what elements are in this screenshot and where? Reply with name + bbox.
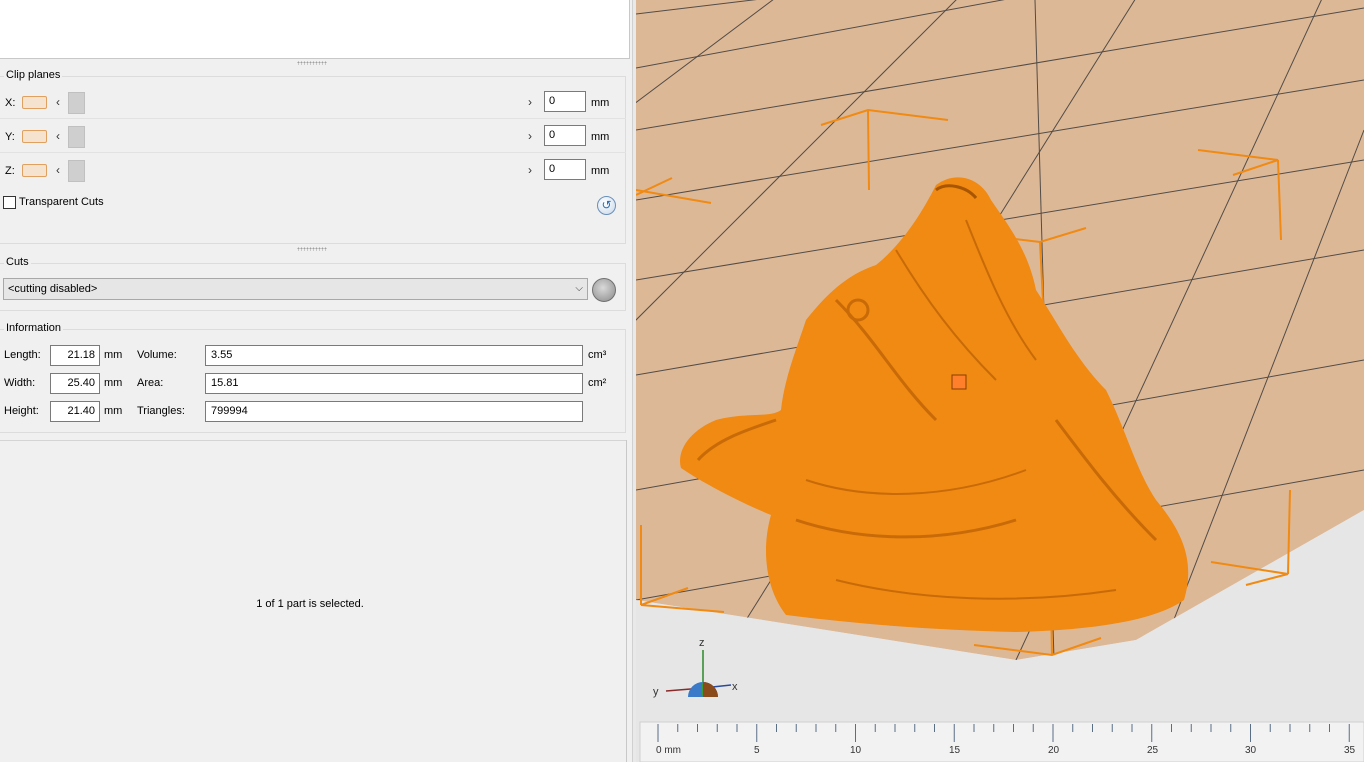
clip-x-unit: mm [591,97,610,109]
reset-clip-planes-icon[interactable]: ↺ [597,196,616,215]
ruler-label-25: 25 [1147,745,1159,756]
ruler-label-30: 30 [1245,745,1257,756]
triangles-label: Triangles: [137,405,185,417]
clip-z-input[interactable]: 0 [544,159,586,180]
top-blank-area [0,0,630,59]
volume-unit: cm³ [588,349,607,361]
information-title: Information [4,322,64,334]
ruler: 0 mm 5 10 15 20 25 30 35 [639,721,1364,762]
triangles-value: 799994 [205,401,583,422]
height-unit: mm [104,405,123,417]
volume-label: Volume: [137,349,177,361]
properties-panel: Clip planes X: ‹ › 0 mm Y: ‹ › 0 mm Z: ‹ [0,0,632,762]
clip-y-unit: mm [591,131,610,143]
clip-y-decrease-arrow[interactable]: ‹ [56,129,60,143]
cuts-selected-value: <cutting disabled> [8,283,98,295]
chevron-down-icon: ⌵ [575,283,583,294]
3d-viewport[interactable]: z y x 0 mm 5 10 15 20 25 30 35 [636,0,1364,762]
cuts-title: Cuts [4,256,31,268]
clip-z-slider-handle[interactable] [68,160,85,182]
clip-planes-group: Clip planes X: ‹ › 0 mm Y: ‹ › 0 mm Z: ‹ [0,69,626,244]
cut-tool-icon[interactable] [592,278,616,302]
clip-row-x: X: ‹ › 0 mm [0,89,626,119]
clip-z-increase-arrow[interactable]: › [528,163,532,177]
length-value: 21.18 [50,345,100,366]
ruler-label-0: 0 mm [656,745,681,756]
clip-y-label: Y: [5,131,15,143]
clip-y-input[interactable]: 0 [544,125,586,146]
clip-x-decrease-arrow[interactable]: ‹ [56,95,60,109]
volume-value: 3.55 [205,345,583,366]
area-unit: cm² [588,377,607,389]
transparent-cuts-checkbox[interactable] [3,196,16,209]
height-value: 21.40 [50,401,100,422]
clip-y-increase-arrow[interactable]: › [528,129,532,143]
length-unit: mm [104,349,123,361]
clip-row-z: Z: ‹ › 0 mm [0,157,626,187]
clip-x-input[interactable]: 0 [544,91,586,112]
cuts-select[interactable]: <cutting disabled> ⌵ [3,278,588,300]
transparent-cuts-label[interactable]: Transparent Cuts [19,196,104,208]
clip-y-slider-handle[interactable] [68,126,85,148]
viewport-canvas[interactable]: z y x 0 mm 5 10 15 20 25 30 35 [636,0,1364,762]
area-label: Area: [137,377,164,389]
clip-y-color-toggle[interactable] [22,130,47,143]
ruler-label-20: 20 [1048,745,1060,756]
resize-grip-middle[interactable] [297,247,327,251]
axis-x-label: x [732,681,738,693]
height-label: Height: [4,405,39,417]
selection-handle[interactable] [951,374,967,390]
clip-z-unit: mm [591,165,610,177]
clip-z-color-toggle[interactable] [22,164,47,177]
selection-status-text: 1 of 1 part is selected. [256,598,364,610]
axis-z-label: z [699,637,705,649]
length-label: Length: [4,349,41,361]
resize-grip-top[interactable] [297,61,327,65]
width-unit: mm [104,377,123,389]
area-value: 15.81 [205,373,583,394]
clip-row-y: Y: ‹ › 0 mm [0,123,626,153]
axis-y-label: y [653,686,659,698]
clip-z-decrease-arrow[interactable]: ‹ [56,163,60,177]
clip-x-color-toggle[interactable] [22,96,47,109]
clip-planes-title: Clip planes [4,69,63,81]
ruler-label-35: 35 [1344,745,1356,756]
ruler-label-15: 15 [949,745,961,756]
width-label: Width: [4,377,36,389]
clip-x-label: X: [5,97,16,109]
clip-x-increase-arrow[interactable]: › [528,95,532,109]
clip-z-label: Z: [5,165,15,177]
ruler-label-5: 5 [754,745,760,756]
clip-x-slider-handle[interactable] [68,92,85,114]
width-value: 25.40 [50,373,100,394]
ruler-label-10: 10 [850,745,862,756]
